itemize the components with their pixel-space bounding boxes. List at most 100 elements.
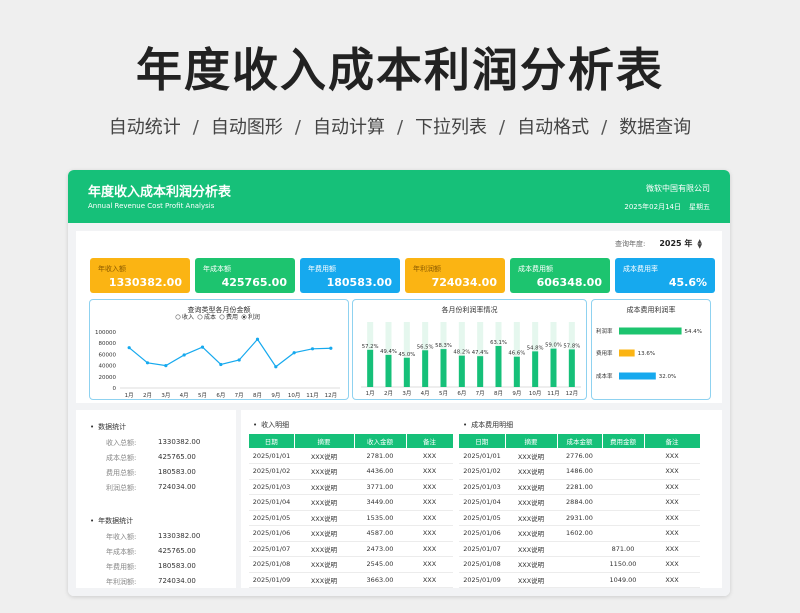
stat-label: 年利润额: (106, 578, 137, 586)
table-cell: XXX (644, 479, 700, 495)
stat-label: 年收入额: (106, 533, 137, 541)
year-spinner-icon[interactable]: ▲ ▼ (697, 238, 702, 249)
panel-header: 年度收入成本利润分析表 Annual Revenue Cost Profit A… (68, 170, 730, 223)
table-row[interactable]: 2025/01/03 XXX说明 2281.00 XXX (459, 479, 700, 495)
table-header-cell: 日期 (249, 434, 295, 448)
line-chart-card: 查询类型各月份金额 收入 成本 费用 利润 100000 80000 60000 40000 2… (89, 299, 349, 400)
table-cell: 1486.00 (557, 463, 602, 480)
bar (440, 349, 447, 387)
series-line (128, 338, 331, 368)
panel-title: 年度收入成本利润分析表 (88, 185, 232, 200)
year-selector: 查询年度: 2025 年 ▲ ▼ (615, 238, 702, 249)
table-cell: 3771.00 (354, 479, 406, 495)
stats-panel: 数据统计 收入总额: 1330382.00 成本总额: 425765.00 费用总额: 1… (90, 418, 240, 592)
table-row[interactable]: 2025/01/01 XXX说明 2776.00 XXX (459, 448, 700, 464)
table-row[interactable]: 2025/01/06 XXX说明 1602.00 XXX (459, 525, 700, 542)
table-cell: 3663.00 (354, 572, 406, 588)
stat-row: 年费用额: 180583.00 (90, 562, 240, 577)
table-cell (602, 479, 644, 495)
table-cell: XXX说明 (294, 479, 354, 495)
bar-data-label: 59.0% (545, 343, 562, 349)
y-tick-label: 0 (113, 386, 117, 392)
stat-value: 180583.00 (158, 468, 196, 476)
y-tick-label: 80000 (99, 341, 117, 347)
table-row[interactable]: 2025/01/05 XXX说明 2931.00 XXX (459, 510, 700, 526)
hbar-data-label: 32.0% (659, 374, 676, 380)
table-cell: 2281.00 (557, 479, 602, 495)
data-point (200, 345, 205, 349)
stat-value: 1330382.00 (158, 438, 201, 446)
legend-option[interactable]: 收入 (182, 313, 194, 321)
table-row[interactable]: 2025/01/02 XXX说明 4436.00 XXX (249, 463, 453, 480)
table-cell: 2025/01/09 (249, 572, 294, 588)
bar-data-label: 54.8% (527, 345, 544, 351)
stat-value: 425765.00 (158, 547, 196, 555)
table-row[interactable]: 2025/01/04 XXX说明 3449.00 XXX (249, 494, 453, 511)
table-row[interactable]: 2025/01/07 XXX说明 2473.00 XXX (249, 541, 453, 557)
table-row[interactable]: 2025/01/03 XXX说明 3771.00 XXX (249, 479, 453, 495)
legend-radio-icon[interactable] (219, 314, 225, 320)
bar-data-label: 49.4% (380, 349, 397, 355)
table-cell (557, 541, 602, 557)
table-row[interactable]: 2025/01/06 XXX说明 4587.00 XXX (249, 525, 453, 542)
x-tick-label: 6月 (457, 390, 466, 397)
table-row[interactable]: 2025/01/02 XXX说明 1486.00 XXX (459, 463, 700, 480)
divider (236, 410, 241, 588)
company-name: 微软中国有限公司 (646, 184, 710, 193)
x-tick-label: 11月 (306, 392, 319, 399)
table-row[interactable]: 2025/01/01 XXX说明 2781.00 XXX (249, 448, 453, 464)
y-tick-label: 40000 (99, 364, 117, 370)
table-row[interactable]: 2025/01/07 XXX说明 871.00 XXX (459, 541, 700, 557)
bar-chart-card: 各月份利润率情况 57.2% 1月 49.4% 2月 45.0% 3月 56.5% 4月 58.… (352, 299, 587, 400)
feature-separator: / (294, 117, 301, 138)
category-label: 利润率 (596, 327, 613, 335)
legend-option[interactable]: 费用 (226, 313, 238, 321)
table-row[interactable]: 2025/01/09 XXX说明 1049.00 XXX (459, 572, 700, 588)
x-tick-label: 12月 (566, 390, 579, 397)
x-tick-label: 4月 (421, 390, 430, 397)
feature-item: 数据查询 (619, 117, 692, 138)
table-header-cell: 成本金额 (557, 434, 603, 448)
x-tick-label: 7月 (235, 392, 244, 399)
table-cell: XXX说明 (294, 525, 354, 542)
table-header-cell: 备注 (406, 434, 454, 448)
table-cell: 2025/01/04 (459, 494, 505, 511)
hbar (619, 372, 656, 380)
stat-label: 年成本额: (106, 548, 137, 556)
table-cell: 2776.00 (557, 448, 602, 464)
legend-radio-icon[interactable] (197, 314, 203, 320)
table-cell (602, 463, 644, 480)
table-row[interactable]: 2025/01/04 XXX说明 2884.00 XXX (459, 494, 700, 511)
date-display: 2025年02月14日 星期五 (616, 202, 710, 212)
data-point (255, 337, 260, 341)
table-row[interactable]: 2025/01/09 XXX说明 3663.00 XXX (249, 572, 453, 588)
x-tick-label: 9月 (271, 392, 280, 399)
table-cell: 4436.00 (354, 463, 406, 480)
legend-radio-icon[interactable] (175, 314, 181, 320)
year-label: 查询年度: (614, 239, 646, 248)
bar (532, 351, 539, 387)
table-cell: 2473.00 (354, 541, 406, 557)
bar (568, 349, 575, 387)
table-row[interactable]: 2025/01/08 XXX说明 1150.00 XXX (459, 556, 700, 573)
table-row[interactable]: 2025/01/08 XXX说明 2545.00 XXX (249, 556, 453, 573)
stat-value: 425765.00 (158, 453, 196, 461)
table-cell: XXX (644, 541, 700, 557)
dashboard-panel: 年度收入成本利润分析表 Annual Revenue Cost Profit A… (68, 170, 730, 596)
data-point (127, 346, 131, 350)
table-cell: 2025/01/08 (249, 556, 294, 573)
table-cell (557, 556, 602, 573)
year-value[interactable]: 2025 年 (659, 238, 692, 249)
legend-option[interactable]: 成本 (204, 313, 216, 321)
table-cell: XXX说明 (505, 448, 557, 464)
bar (422, 350, 429, 387)
category-label: 费用率 (596, 349, 613, 357)
table-header-cell: 费用金额 (602, 434, 645, 448)
income-table-title: 收入明细 (253, 420, 454, 430)
x-tick-label: 7月 (476, 390, 485, 397)
data-point (310, 347, 315, 351)
table-cell: 1602.00 (557, 525, 602, 542)
legend-option[interactable]: 利润 (248, 313, 260, 321)
table-row[interactable]: 2025/01/05 XXX说明 1535.00 XXX (249, 510, 453, 526)
table-header-cell: 收入金额 (354, 434, 407, 448)
